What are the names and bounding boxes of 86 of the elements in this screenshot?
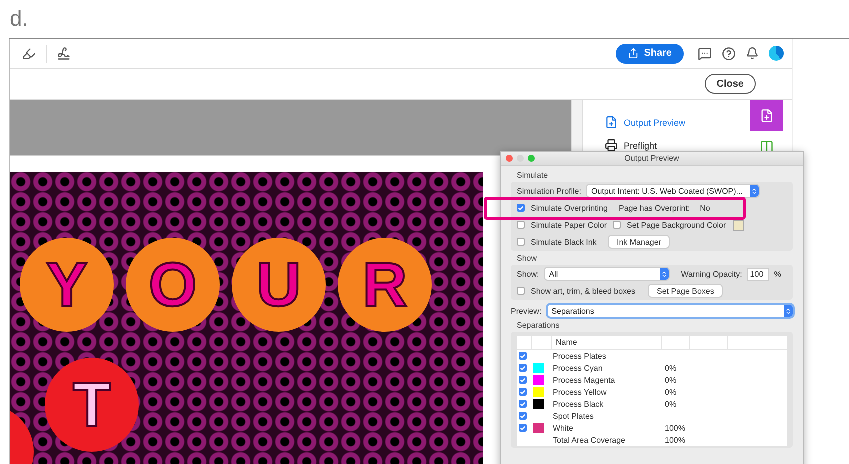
coverage-value: 100%: [665, 424, 686, 432]
checkbox-label: Set Page Background Color: [627, 220, 727, 230]
ink-name: Process Magenta: [553, 376, 616, 384]
tool-item[interactable]: Output Preview: [605, 116, 750, 129]
color-swatch[interactable]: [733, 220, 744, 230]
stepper-icon[interactable]: [660, 268, 670, 280]
ink-name: Process Black: [553, 400, 605, 408]
checkbox[interactable]: [519, 412, 527, 420]
separation-row[interactable]: Spot Plates: [517, 410, 787, 422]
page-boxes-button[interactable]: Set Page Boxes: [649, 285, 722, 297]
columns-icon: [760, 140, 774, 154]
ink-manager-button[interactable]: Ink Manager: [609, 236, 670, 248]
zoom-dot[interactable]: [528, 155, 535, 162]
opacity-field[interactable]: 100: [748, 268, 768, 280]
field-label: Show:: [517, 270, 540, 278]
field-label: Page has Overprint:: [619, 204, 690, 212]
letter-circle: T: [45, 358, 139, 452]
printer-icon: [605, 139, 618, 152]
unit-label: %: [774, 270, 782, 278]
letter-circle: Y: [20, 238, 114, 332]
checkbox-label: Simulate Overprinting: [531, 204, 609, 212]
close-dot[interactable]: [506, 155, 513, 162]
profile-select[interactable]: Output Intent: U.S. Web Coated (SWOP)...: [587, 185, 760, 197]
checkbox[interactable]: [517, 221, 525, 229]
checkbox[interactable]: [517, 238, 525, 246]
field-label: Warning Opacity:: [681, 270, 742, 278]
close-button[interactable]: Close: [704, 74, 756, 94]
file-plus-icon: [760, 108, 774, 122]
highlighter-icon[interactable]: [22, 46, 36, 60]
ink-name: Process Yellow: [553, 388, 608, 396]
bell-icon[interactable]: [746, 47, 759, 60]
checkbox[interactable]: [519, 364, 527, 372]
minimize-dot[interactable]: [517, 155, 524, 162]
checkbox[interactable]: [517, 287, 525, 295]
section-heading: Separations: [517, 321, 561, 331]
ink-name: Process Plates: [553, 352, 608, 360]
checkbox[interactable]: [613, 221, 621, 229]
stepper-icon[interactable]: [750, 185, 760, 197]
checkbox[interactable]: [519, 376, 527, 384]
field-value: No: [700, 204, 710, 212]
ink-name: Spot Plates: [553, 412, 595, 420]
stepper-icon[interactable]: [784, 305, 793, 317]
field-label: Simulation Profile:: [517, 186, 582, 196]
comment-icon[interactable]: [698, 46, 712, 60]
coverage-value: 0%: [665, 400, 678, 408]
column-header: Name: [551, 336, 661, 349]
separation-row[interactable]: White 100%: [517, 422, 787, 434]
coverage-value: 100%: [665, 436, 686, 444]
coverage-value: 0%: [665, 364, 678, 372]
ink-name: White: [553, 424, 574, 432]
letter-circle: O: [126, 238, 220, 332]
checkbox-label: Simulate Black Ink: [531, 238, 598, 246]
section-heading: Show: [517, 254, 538, 264]
separation-row[interactable]: Process Plates: [517, 350, 787, 362]
separation-row[interactable]: Process Yellow 0%: [517, 386, 787, 398]
field-label: Preview:: [511, 306, 542, 316]
separation-row[interactable]: Process Black 0%: [517, 398, 787, 410]
tool-item[interactable]: Preflight: [605, 139, 750, 152]
separation-row[interactable]: Total Area Coverage 100%: [517, 434, 787, 446]
coverage-value: 0%: [665, 388, 678, 396]
share-icon: [628, 48, 640, 59]
show-select[interactable]: All: [545, 268, 670, 280]
separation-row[interactable]: Process Magenta 0%: [517, 374, 787, 386]
checkbox-label: Simulate Paper Color: [531, 220, 607, 230]
ink-name: Total Area Coverage: [553, 436, 626, 444]
checkbox[interactable]: [519, 424, 527, 432]
file-icon: [605, 116, 618, 129]
help-icon[interactable]: [722, 46, 736, 60]
figure-label: d.: [9, 5, 30, 33]
share-button[interactable]: Share: [616, 44, 684, 64]
checkbox[interactable]: [519, 400, 527, 408]
letter-circle: U: [232, 238, 326, 332]
checkbox[interactable]: [519, 388, 527, 396]
letter-circle: R: [338, 238, 432, 332]
rail-button[interactable]: [750, 100, 783, 131]
avatar[interactable]: [769, 46, 784, 61]
dialog-title: Output Preview: [624, 154, 680, 163]
checkbox-label: Show art, trim, & bleed boxes: [531, 286, 636, 296]
coverage-value: 0%: [665, 376, 678, 384]
signature-icon[interactable]: [57, 46, 71, 60]
ink-name: Process Cyan: [553, 364, 604, 372]
checkbox[interactable]: [517, 204, 525, 212]
preview-select[interactable]: Separations: [548, 305, 793, 317]
separation-row[interactable]: Process Cyan 0%: [517, 362, 787, 374]
section-heading: Simulate: [517, 171, 550, 181]
checkbox[interactable]: [519, 352, 527, 360]
